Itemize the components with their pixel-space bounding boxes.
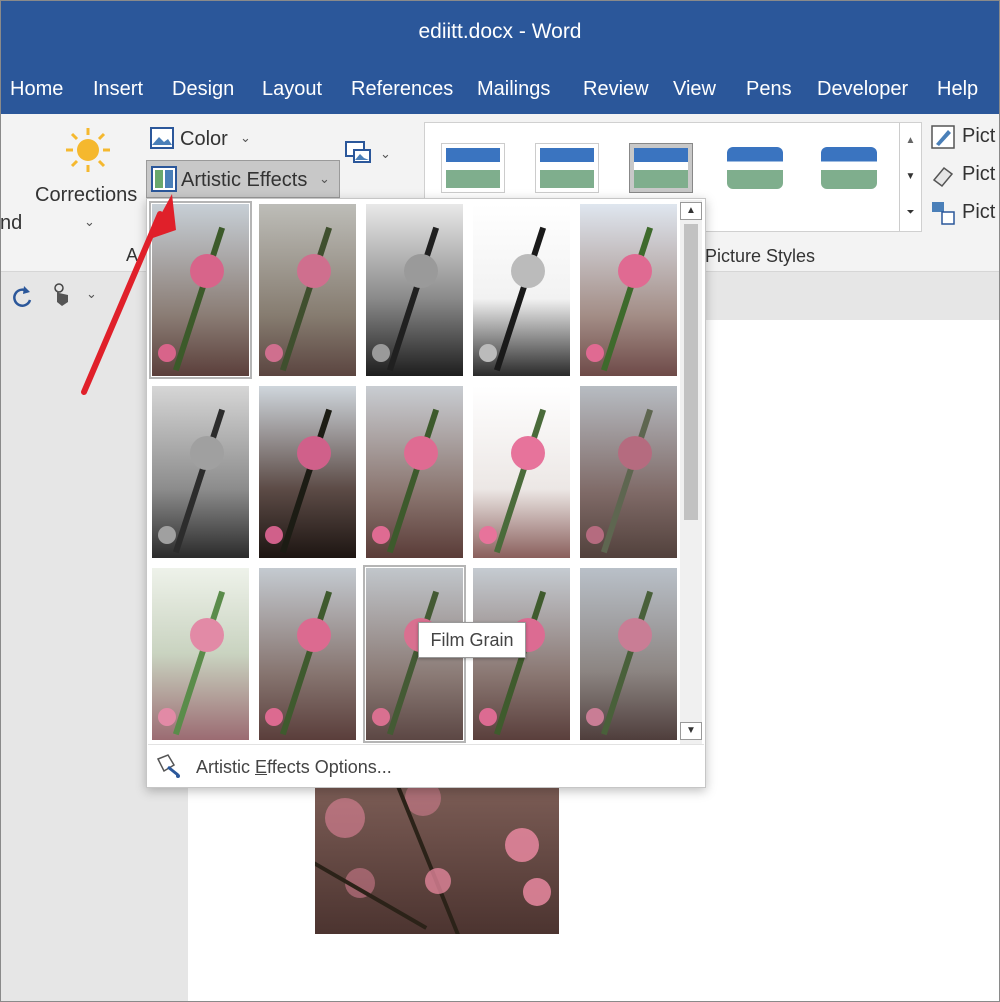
tab-layout[interactable]: Layout xyxy=(262,78,322,101)
eraser-icon xyxy=(932,166,954,188)
picture-style-option[interactable] xyxy=(629,143,693,193)
gallery-expand[interactable]: ⏷ xyxy=(899,195,921,231)
ribbon-partial-label: nd xyxy=(0,212,23,234)
tab-references[interactable]: References xyxy=(351,78,453,101)
picture-effects-button[interactable]: Pict xyxy=(930,160,1000,190)
effect-thumbnail[interactable] xyxy=(580,568,677,740)
chevron-down-icon: ⌄ xyxy=(84,214,95,229)
pict-label: Pict xyxy=(962,201,996,223)
tab-developer[interactable]: Developer xyxy=(817,78,908,101)
effect-thumbnail[interactable] xyxy=(366,204,463,376)
tab-review[interactable]: Review xyxy=(583,78,649,101)
picture-styles-group-label: Picture Styles xyxy=(705,246,816,266)
adjust-group-label: A xyxy=(126,245,139,265)
tab-design[interactable]: Design xyxy=(172,78,234,101)
picture-style-option[interactable] xyxy=(817,143,881,193)
chevron-down-icon[interactable]: ⌄ xyxy=(86,286,97,302)
corrections-button[interactable]: Corrections ⌄ xyxy=(30,122,146,234)
chevron-down-icon: ⌄ xyxy=(319,171,330,186)
change-picture-icon[interactable] xyxy=(344,138,372,166)
pen-icon xyxy=(931,125,955,149)
pict-label: Pict xyxy=(962,163,996,185)
title-bar: ediitt.docx - Word xyxy=(0,0,1000,68)
color-label: Color xyxy=(180,128,228,150)
gallery-scroll-down[interactable]: ▼ xyxy=(899,159,921,195)
tab-help[interactable]: Help xyxy=(937,78,978,101)
window-title: ediitt.docx - Word xyxy=(418,20,582,43)
effect-thumbnail[interactable] xyxy=(152,386,249,558)
picture-style-option[interactable] xyxy=(535,143,599,193)
gallery-scroll-up[interactable]: ▲ xyxy=(899,123,921,159)
artistic-effects-icon xyxy=(151,166,177,192)
picture-style-option[interactable] xyxy=(441,143,505,193)
redo-icon[interactable] xyxy=(8,284,34,308)
pict-label: Pict xyxy=(962,125,996,147)
chevron-down-icon: ⌄ xyxy=(240,130,251,145)
tab-pens[interactable]: Pens xyxy=(746,78,792,101)
gallery-scroll-thumb[interactable] xyxy=(684,224,698,520)
picture-color-icon xyxy=(150,127,174,149)
artistic-effects-label: Artistic Effects xyxy=(181,169,308,191)
effect-thumbnail[interactable] xyxy=(149,201,252,379)
tab-view[interactable]: View xyxy=(673,78,716,101)
artistic-effects-button[interactable]: Artistic Effects ⌄ xyxy=(146,160,340,198)
color-button[interactable]: Color ⌄ xyxy=(150,124,260,156)
effect-thumbnail[interactable] xyxy=(259,386,356,558)
layout-icon xyxy=(932,202,955,225)
effect-thumbnail[interactable] xyxy=(580,386,677,558)
document-picture[interactable] xyxy=(315,788,559,934)
effect-thumbnail[interactable] xyxy=(580,204,677,376)
scroll-down-button[interactable]: ▼ xyxy=(680,722,702,740)
picture-style-option[interactable] xyxy=(723,143,787,193)
corrections-label: Corrections xyxy=(35,184,138,206)
picture-border-button[interactable]: Pict xyxy=(930,122,1000,152)
effect-thumbnail[interactable] xyxy=(259,568,356,740)
effect-thumbnail[interactable] xyxy=(152,568,249,740)
artistic-effects-options-label[interactable]: Artistic Effects Options... xyxy=(196,757,392,778)
ribbon-tab-bar: Home Insert Design Layout References Mai… xyxy=(0,68,1000,114)
effect-thumbnail[interactable] xyxy=(473,204,570,376)
chevron-down-icon[interactable]: ⌄ xyxy=(380,146,391,162)
picture-layout-button[interactable]: Pict xyxy=(930,198,1000,228)
tab-mailings[interactable]: Mailings xyxy=(477,78,550,101)
scroll-up-button[interactable]: ▲ xyxy=(680,202,702,220)
tab-insert[interactable]: Insert xyxy=(93,78,143,101)
sun-icon xyxy=(66,128,110,172)
effect-thumbnail[interactable] xyxy=(259,204,356,376)
paint-bucket-icon xyxy=(156,754,180,778)
touch-mode-icon[interactable] xyxy=(50,282,72,308)
effect-thumbnail[interactable] xyxy=(473,386,570,558)
tab-home[interactable]: Home xyxy=(10,78,63,101)
effect-tooltip: Film Grain xyxy=(418,622,526,658)
effect-thumbnail[interactable] xyxy=(366,386,463,558)
